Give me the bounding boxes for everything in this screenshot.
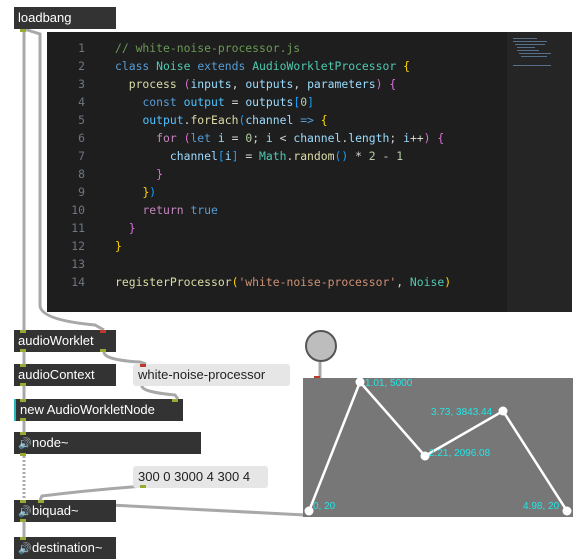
inlet[interactable]: [172, 399, 178, 402]
cord-to-message: [102, 351, 147, 366]
minimap-line: [521, 56, 547, 57]
code-line: const output = outputs[0]: [142, 95, 314, 109]
new-node-label: new AudioWorkletNode: [20, 402, 155, 417]
code-line: class Noise extends AudioWorkletProcesso…: [115, 59, 410, 73]
line-number: 13: [71, 257, 85, 271]
line-number: 11: [71, 221, 85, 235]
loadbang-object[interactable]: loadbang: [14, 7, 116, 29]
line-number: 6: [78, 131, 85, 145]
inlet[interactable]: [20, 399, 26, 402]
code-line: }: [115, 239, 122, 253]
line-number: 3: [78, 77, 85, 91]
code-line: return true: [142, 203, 218, 217]
envelope-point-label: 2.21, 2096.08: [429, 448, 491, 459]
outlet[interactable]: [20, 418, 26, 421]
minimap-line: [517, 47, 535, 48]
speaker-icon: 🔊: [18, 438, 32, 450]
inlet[interactable]: [100, 330, 106, 333]
processor-name-message[interactable]: white-noise-processor: [133, 364, 290, 386]
code-line: }: [128, 221, 136, 235]
inlet[interactable]: [38, 500, 44, 503]
envelope-point-label: 0, 20: [313, 501, 336, 512]
code-line: // white-noise-processor.js: [115, 41, 301, 55]
envelope-point-label: 3.73, 3843.44: [431, 407, 493, 418]
minimap-line: [513, 65, 551, 66]
envelope-point: [562, 506, 572, 516]
minimap-line: [515, 44, 545, 45]
envelope-editor[interactable]: 0, 20 1.01, 5000 2.21, 2096.08 3.73, 384…: [303, 378, 573, 517]
editor-minimap[interactable]: [507, 32, 572, 312]
loadbang-label: loadbang: [18, 10, 72, 25]
envelope-line: [307, 379, 569, 512]
outlet[interactable]: [140, 485, 146, 488]
speaker-icon: 🔊: [18, 543, 32, 555]
inlet[interactable]: [20, 364, 26, 367]
outlet[interactable]: [100, 349, 106, 352]
line-number: 1: [78, 41, 85, 55]
inlet[interactable]: [20, 432, 26, 435]
biquad-object[interactable]: 🔊biquad~: [14, 500, 116, 522]
line-number: 14: [71, 275, 85, 289]
inlet[interactable]: [20, 500, 26, 503]
destination-object[interactable]: 🔊destination~: [14, 537, 116, 559]
envelope-list-message[interactable]: 300 0 3000 4 300 4: [133, 466, 268, 488]
node-label: node~: [32, 435, 69, 450]
envelope-point-label: 4.98, 20: [523, 501, 560, 512]
inlet[interactable]: [140, 364, 146, 367]
minimap-line: [519, 53, 551, 54]
line-number: 4: [78, 95, 85, 109]
code-line: channel[i] = Math.random() * 2 - 1: [169, 149, 404, 163]
audiocontext-label: audioContext: [18, 367, 95, 382]
outlet[interactable]: [20, 453, 26, 456]
biquad-label: biquad~: [32, 503, 79, 518]
line-number: 9: [78, 185, 85, 199]
code-line: process (inputs, outputs, parameters) {: [128, 77, 397, 91]
node-object[interactable]: 🔊node~: [14, 432, 201, 454]
line-number: 10: [71, 203, 85, 217]
minimap-line: [517, 50, 539, 51]
outlet[interactable]: [20, 349, 26, 352]
code-line: registerProcessor('white-noise-processor…: [115, 275, 452, 289]
line-number: 7: [78, 149, 85, 163]
minimap-line: [513, 41, 547, 42]
cord-message-biquad: [38, 484, 145, 501]
code-line: }): [142, 185, 157, 199]
knob-dial[interactable]: [305, 330, 337, 362]
envelope-list-text: 300 0 3000 4 300 4: [138, 469, 251, 484]
audioworklet-label: audioWorklet: [18, 333, 94, 348]
line-number: 12: [71, 239, 85, 253]
line-number: 5: [78, 113, 85, 127]
processor-name-text: white-noise-processor: [138, 367, 266, 382]
envelope-point-label: 1.01, 5000: [365, 378, 413, 389]
inlet[interactable]: [20, 330, 26, 333]
code-editor[interactable]: 1 // white-noise-processor.js 2 class Nois…: [47, 32, 572, 312]
envelope-point: [498, 406, 508, 416]
audiocontext-object[interactable]: audioContext: [14, 364, 116, 386]
line-number: 8: [78, 167, 85, 181]
code-line: }: [156, 167, 164, 181]
code-line: output.forEach(channel => {: [142, 113, 328, 127]
line-number: 2: [78, 59, 85, 73]
outlet[interactable]: [20, 383, 26, 386]
new-audioworkletnode-object[interactable]: new AudioWorkletNode: [14, 399, 183, 421]
minimap-line: [513, 38, 537, 39]
inlet[interactable]: [20, 537, 26, 540]
destination-label: destination~: [32, 540, 103, 555]
code-line: for (let i = 0; i < channel.length; i++)…: [156, 131, 445, 145]
outlet[interactable]: [20, 519, 26, 522]
outlet[interactable]: [20, 29, 26, 32]
